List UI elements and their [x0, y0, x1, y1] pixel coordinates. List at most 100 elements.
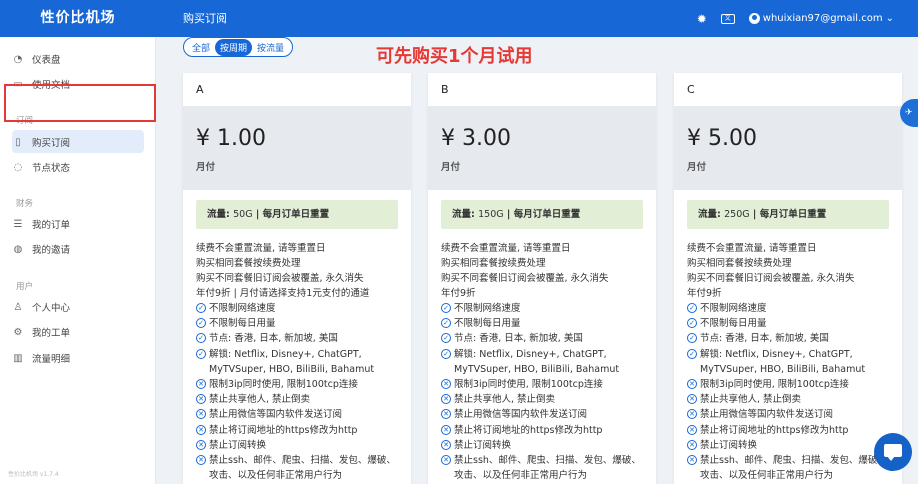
- sidebar-item-invites[interactable]: ◍ 我的邀请: [12, 238, 70, 260]
- feature-text: 解锁: Netflix, Disney+, ChatGPT, MyTVSuper…: [454, 348, 620, 375]
- user-icon: ♙: [13, 301, 23, 313]
- cross-circle-icon: ✕: [441, 409, 451, 420]
- desc-line: 续费不会重置流量, 请等重置日: [687, 243, 817, 254]
- list-icon: ☰: [13, 218, 23, 230]
- plan-description: 续费不会重置流量, 请等重置日 购买相同套餐按续费处理 购买不同套餐旧订阅会被覆…: [687, 241, 889, 301]
- feature-item: ✕ 限制3ip同时使用, 限制100tcp连接: [687, 377, 889, 392]
- sidebar-item-traffic-detail[interactable]: ▥ 流量明细: [12, 347, 70, 369]
- feature-text: 禁止共享他人, 禁止倒卖: [209, 394, 311, 406]
- cross-circle-icon: ✕: [687, 455, 697, 466]
- feature-text: 禁止用微信等国内软件发送订阅: [454, 409, 588, 421]
- sidebar-item-label: 节点状态: [32, 163, 71, 174]
- check-circle-icon: ✓: [687, 303, 697, 313]
- traffic-value: 250G: [724, 209, 750, 220]
- sidebar-item-profile[interactable]: ♙ 个人中心: [12, 296, 71, 318]
- user-menu[interactable]: whuixian97@gmail.com ⌄: [748, 13, 894, 24]
- plan-card-c[interactable]: C ¥ 5.00 月付 流量: 250G | 每月订单日重置 续费不会重置流量,…: [674, 73, 902, 484]
- traffic-value: 150G: [478, 209, 504, 220]
- feature-item: ✓ 解锁: Netflix, Disney+, ChatGPT, MyTVSupe…: [687, 347, 889, 377]
- plan-period: 月付: [441, 162, 461, 173]
- feature-text: 解锁: Netflix, Disney+, ChatGPT, MyTVSuper…: [209, 348, 375, 375]
- traffic-reset: | 每月订单日重置: [749, 209, 827, 220]
- feature-text: 禁止ssh、邮件、爬虫、扫描、发包、爆破、攻击、以及任何非正常用户行为: [700, 455, 887, 482]
- invite-icon: ◍: [13, 243, 23, 255]
- chat-support-icon[interactable]: [874, 433, 912, 471]
- feature-item: ✕ 禁止订阅转换: [441, 438, 643, 453]
- user-email: whuixian97@gmail.com: [762, 13, 883, 24]
- feature-item: ✓ 节点: 香港, 日本, 新加坡, 美国: [196, 331, 398, 346]
- traffic-reset: | 每月订单日重置: [252, 209, 330, 220]
- plan-card-b[interactable]: B ¥ 3.00 月付 流量: 150G | 每月订单日重置 续费不会重置流量,…: [428, 73, 656, 484]
- feature-text: 禁止将订阅地址的https修改为http: [700, 424, 849, 436]
- traffic-value: 50G: [233, 209, 253, 220]
- brand-logo-text[interactable]: 性价比机场: [0, 0, 156, 37]
- cross-circle-icon: ✕: [687, 424, 697, 435]
- plan-card-a[interactable]: A ¥ 1.00 月付 流量: 50G | 每月订单日重置 续费不会重置流量, …: [183, 73, 411, 484]
- plan-name: A: [196, 83, 204, 96]
- promo-annotation: 可先购买1个月试用: [376, 46, 533, 67]
- traffic-reset: | 每月订单日重置: [503, 209, 581, 220]
- sidebar-item-label: 购买订阅: [32, 138, 71, 149]
- feature-item: ✓ 不限制每日用量: [441, 316, 643, 331]
- tab-by-traffic[interactable]: 按流量: [252, 39, 289, 56]
- feature-item: ✕ 禁止共享他人, 禁止倒卖: [196, 392, 398, 407]
- sidebar-item-node-status[interactable]: ◌ 节点状态: [12, 156, 70, 178]
- desc-line: 年付9折 | 月付请选择支持1元支付的通道: [196, 288, 370, 299]
- check-circle-icon: ✓: [196, 348, 206, 359]
- cross-circle-icon: ✕: [441, 455, 451, 466]
- feature-text: 禁止订阅转换: [454, 439, 512, 451]
- cross-circle-icon: ✕: [687, 379, 697, 390]
- desc-line: 续费不会重置流量, 请等重置日: [196, 243, 326, 254]
- feature-item: ✕ 禁止用微信等国内软件发送订阅: [196, 407, 398, 422]
- feature-item: ✕ 限制3ip同时使用, 限制100tcp连接: [441, 377, 643, 392]
- check-circle-icon: ✓: [687, 348, 697, 359]
- node-status-icon: ◌: [13, 161, 23, 173]
- traffic-label: 流量:: [207, 209, 234, 220]
- tab-all[interactable]: 全部: [187, 39, 215, 56]
- tab-by-period[interactable]: 按周期: [215, 38, 253, 56]
- language-switch-icon[interactable]: 文: [720, 13, 735, 24]
- feature-text: 禁止订阅转换: [700, 439, 758, 451]
- cross-circle-icon: ✕: [441, 394, 451, 405]
- plan-price: ¥ 1.00: [196, 126, 266, 151]
- feature-item: ✕ 禁止订阅转换: [196, 438, 398, 453]
- cross-circle-icon: ✕: [196, 439, 206, 450]
- plan-period: 月付: [687, 162, 707, 173]
- feature-item: ✕ 禁止用微信等国内软件发送订阅: [687, 407, 889, 422]
- feature-text: 不限制每日用量: [700, 318, 767, 330]
- feature-text: 禁止ssh、邮件、爬虫、扫描、发包、爆破、攻击、以及任何非正常用户行为: [454, 455, 641, 482]
- feature-text: 限制3ip同时使用, 限制100tcp连接: [209, 379, 358, 391]
- traffic-label: 流量:: [452, 209, 479, 220]
- feature-item: ✓ 节点: 香港, 日本, 新加坡, 美国: [441, 331, 643, 346]
- sidebar-group-user: 用户: [16, 282, 34, 292]
- feature-item: ✓ 解锁: Netflix, Disney+, ChatGPT, MyTVSupe…: [441, 347, 643, 377]
- traffic-badge: 流量: 250G | 每月订单日重置: [687, 200, 889, 229]
- cross-circle-icon: ✕: [441, 379, 451, 390]
- side-assistant-icon[interactable]: ✈: [900, 99, 918, 127]
- feature-text: 禁止共享他人, 禁止倒卖: [454, 394, 556, 406]
- feature-text: 节点: 香港, 日本, 新加坡, 美国: [700, 333, 829, 345]
- feature-text: 限制3ip同时使用, 限制100tcp连接: [700, 379, 849, 391]
- cross-circle-icon: ✕: [687, 439, 697, 450]
- feature-item: ✓ 不限制网络速度: [441, 301, 643, 316]
- feature-item: ✕ 禁止订阅转换: [687, 438, 889, 453]
- sidebar-item-orders[interactable]: ☰ 我的订单: [12, 213, 71, 235]
- feature-item: ✕ 限制3ip同时使用, 限制100tcp连接: [196, 377, 398, 392]
- cross-circle-icon: ✕: [196, 455, 206, 466]
- dashboard-icon: ◔: [13, 53, 23, 65]
- theme-toggle-icon[interactable]: ✹: [697, 12, 707, 26]
- sidebar-item-buy-subscription[interactable]: ▯ 购买订阅: [12, 131, 70, 153]
- plan-name: C: [687, 83, 695, 96]
- feature-item: ✕ 禁止用微信等国内软件发送订阅: [441, 407, 643, 422]
- feature-text: 节点: 香港, 日本, 新加坡, 美国: [454, 333, 583, 345]
- feature-text: 不限制每日用量: [454, 318, 521, 330]
- desc-line: 购买不同套餐旧订阅会被覆盖, 永久消失: [196, 273, 364, 284]
- feature-item: ✕ 禁止ssh、邮件、爬虫、扫描、发包、爆破、攻击、以及任何非正常用户行为: [196, 453, 398, 483]
- sidebar-item-dashboard[interactable]: ◔ 仪表盘: [12, 48, 61, 70]
- sidebar-item-tickets[interactable]: ⚙ 我的工单: [12, 321, 71, 343]
- check-circle-icon: ✓: [196, 333, 206, 344]
- sidebar-item-label: 我的工单: [32, 328, 71, 339]
- desc-line: 购买不同套餐旧订阅会被覆盖, 永久消失: [687, 273, 855, 284]
- annotation-highlight-box: [4, 84, 156, 122]
- cross-circle-icon: ✕: [196, 379, 206, 390]
